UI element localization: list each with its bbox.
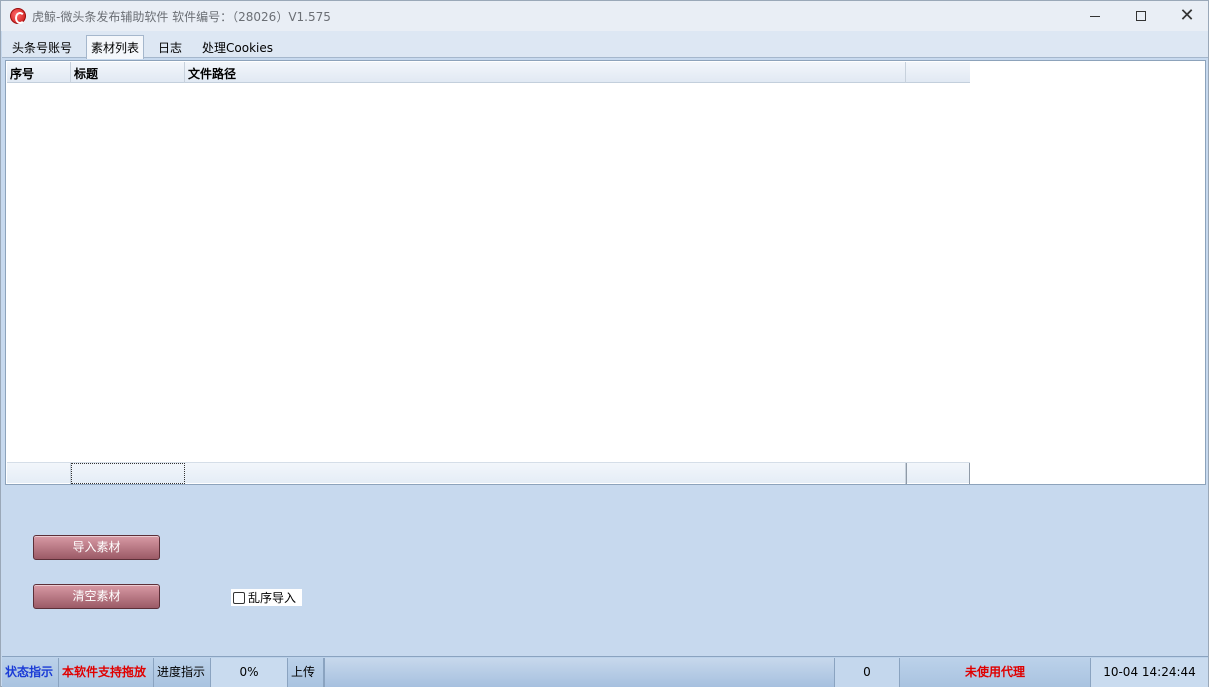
shuffle-import-option[interactable]: 乱序导入 (231, 589, 302, 606)
tab-log[interactable]: 日志 (154, 36, 186, 58)
proxy-status: 未使用代理 (900, 658, 1091, 687)
footer-cell (185, 463, 906, 484)
table-footer (7, 462, 970, 484)
window-title: 虎鲸-微头条发布辅助软件 软件编号：（28026）V1.575 (32, 10, 331, 24)
clear-materials-button[interactable]: 清空素材 (33, 584, 160, 609)
progress-bar (324, 658, 835, 687)
tab-materials[interactable]: 素材列表 (86, 35, 145, 59)
footer-cell-focused[interactable] (71, 463, 185, 484)
column-header-filepath[interactable]: 文件路径 (185, 62, 906, 83)
drag-drop-notice: 本软件支持拖放 (59, 658, 154, 687)
app-window: 虎鲸-微头条发布辅助软件 软件编号：（28026）V1.575 ✕ 头条号账号 … (0, 0, 1209, 687)
footer-cell (7, 463, 71, 484)
app-logo-icon (10, 8, 26, 24)
shuffle-import-label: 乱序导入 (248, 591, 297, 605)
close-button[interactable]: ✕ (1164, 1, 1209, 31)
minimize-icon (1090, 15, 1100, 17)
minimize-button[interactable] (1072, 1, 1118, 31)
column-header-extra[interactable] (906, 62, 970, 83)
tab-bar: 头条号账号 素材列表 日志 处理Cookies (2, 31, 1208, 59)
import-materials-button[interactable]: 导入素材 (33, 535, 160, 560)
title-bar[interactable]: 虎鲸-微头条发布辅助软件 软件编号：（28026）V1.575 ✕ (1, 1, 1208, 31)
datetime-display: 10-04 14:24:44 (1091, 658, 1208, 687)
maximize-button[interactable] (1118, 1, 1164, 31)
column-header-index[interactable]: 序号 (7, 62, 71, 83)
materials-table[interactable]: 序号 标题 文件路径 (5, 60, 1206, 485)
status-bar: 状态指示 本软件支持拖放 进度指示 0% 上传 0 未使用代理 10-04 14… (2, 656, 1208, 687)
progress-value: 0% (211, 658, 288, 687)
tab-cookies[interactable]: 处理Cookies (198, 36, 277, 58)
table-header: 序号 标题 文件路径 (7, 62, 970, 83)
footer-cell (906, 463, 970, 484)
shuffle-import-checkbox[interactable] (233, 591, 245, 604)
close-icon: ✕ (1179, 5, 1195, 26)
maximize-icon (1136, 11, 1146, 21)
count-value: 0 (835, 658, 900, 687)
status-indicator: 状态指示 (2, 658, 59, 687)
progress-label: 进度指示 (154, 658, 211, 687)
upload-label: 上传 (288, 658, 324, 687)
tab-accounts[interactable]: 头条号账号 (8, 36, 76, 58)
column-header-title[interactable]: 标题 (71, 62, 185, 83)
